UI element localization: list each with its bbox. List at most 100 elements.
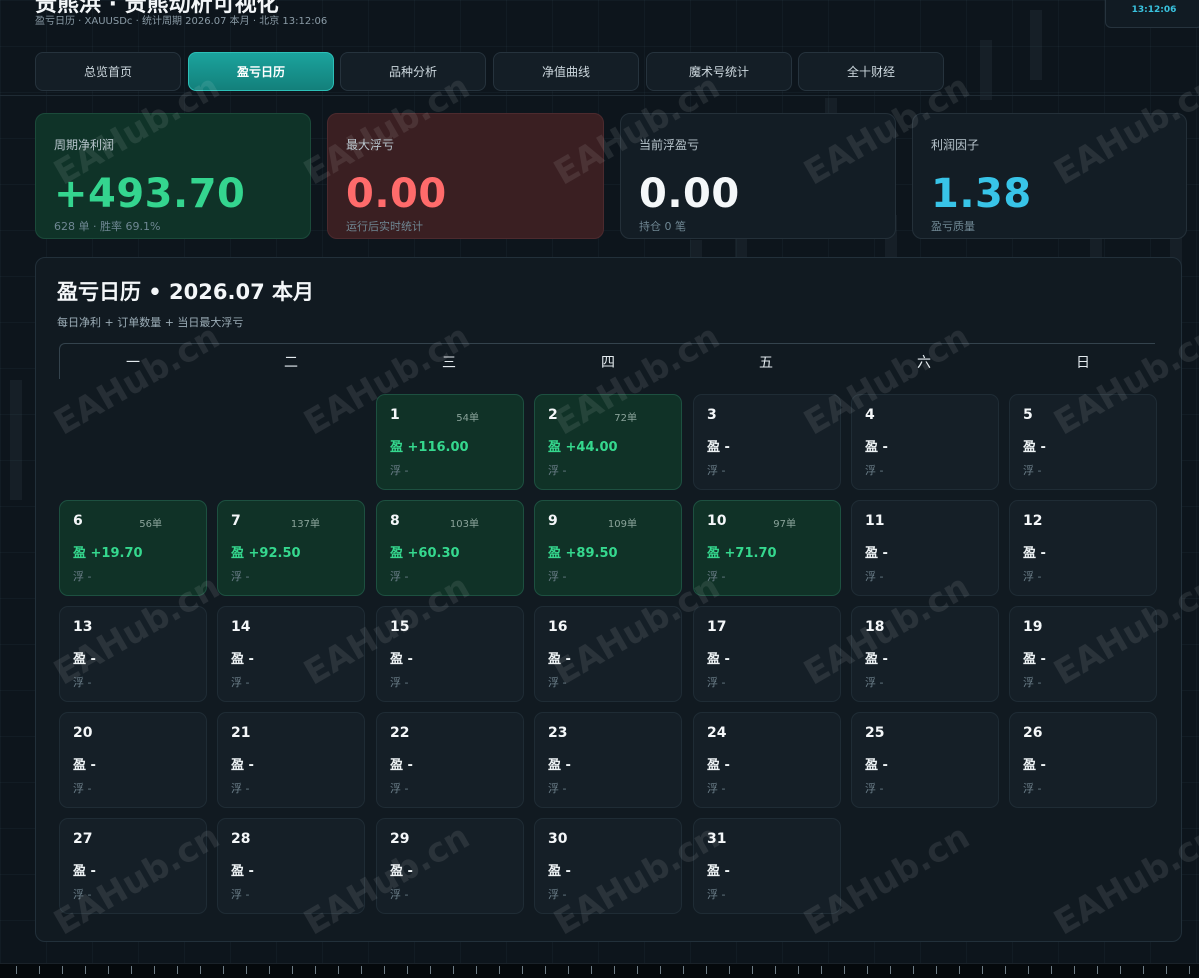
app-subtitle: 盈亏日历 · XAUUSDc · 统计周期 2026.07 本月 · 北京 13… (35, 16, 328, 27)
kpi-label: 周期净利润 (54, 138, 115, 152)
calendar-day-cell[interactable]: 6 56单盈 +19.70 浮 - (59, 500, 207, 596)
day-net-profit: 盈 - (865, 652, 888, 667)
calendar-day-cell[interactable]: 12 盈 - 浮 - (1009, 500, 1157, 596)
calendar-day-cell[interactable]: 18 盈 - 浮 - (851, 606, 999, 702)
day-number: 11 (865, 513, 885, 529)
calendar-day-cell[interactable]: 11 盈 - 浮 - (851, 500, 999, 596)
day-net-profit: 盈 - (707, 758, 730, 773)
calendar-day-cell[interactable]: 28 盈 - 浮 - (217, 818, 365, 914)
day-max-floating-loss: 浮 - (73, 782, 92, 795)
kpi-sub: 盈亏质量 (931, 220, 975, 233)
calendar-day-cell[interactable]: 1 54单盈 +116.00 浮 - (376, 394, 524, 490)
kpi-label: 最大浮亏 (346, 138, 395, 152)
day-max-floating-loss: 浮 - (548, 888, 567, 901)
background-candle (1030, 10, 1042, 80)
tab-equity-curve[interactable]: 净值曲线 (493, 52, 639, 91)
weekday-wed: 三 (442, 355, 456, 371)
clock-time: 13:12:06 (1131, 5, 1177, 15)
day-number: 9 (548, 513, 558, 529)
day-number: 19 (1023, 619, 1043, 635)
tab-symbol-analysis[interactable]: 品种分析 (340, 52, 486, 91)
day-number: 15 (390, 619, 410, 635)
calendar-day-cell[interactable]: 10 97单盈 +71.70 浮 - (693, 500, 841, 596)
day-number: 17 (707, 619, 727, 635)
kpi-value: +493.70 (54, 171, 246, 217)
day-number: 7 (231, 513, 241, 529)
calendar-day-cell[interactable]: 8 103单盈 +60.30 浮 - (376, 500, 524, 596)
weekday-sat: 六 (917, 355, 931, 371)
day-net-profit: 盈 - (865, 440, 888, 455)
day-max-floating-loss: 浮 - (707, 888, 726, 901)
tab-pl-calendar[interactable]: 盈亏日历 (188, 52, 334, 91)
day-net-profit: 盈 +89.50 (548, 546, 618, 561)
day-max-floating-loss: 浮 - (390, 676, 409, 689)
calendar-day-cell[interactable]: 22 盈 - 浮 - (376, 712, 524, 808)
day-net-profit: 盈 - (865, 546, 888, 561)
pl-calendar-panel: 盈亏日历 • 2026.07 本月 每日净利 + 订单数量 + 当日最大浮亏 一… (35, 257, 1182, 942)
calendar-day-cell[interactable]: 19 盈 - 浮 - (1009, 606, 1157, 702)
day-number: 6 (73, 513, 83, 529)
calendar-day-cell[interactable]: 7 137单盈 +92.50 浮 - (217, 500, 365, 596)
day-net-profit: 盈 - (548, 758, 571, 773)
day-max-floating-loss: 浮 - (865, 676, 884, 689)
calendar-day-cell[interactable]: 15 盈 - 浮 - (376, 606, 524, 702)
day-max-floating-loss: 浮 - (865, 464, 884, 477)
day-net-profit: 盈 - (231, 758, 254, 773)
day-max-floating-loss: 浮 - (548, 570, 567, 583)
day-net-profit: 盈 - (707, 864, 730, 879)
calendar-day-cell[interactable]: 9 109单盈 +89.50 浮 - (534, 500, 682, 596)
ruler-ticks (0, 964, 1199, 978)
day-number: 24 (707, 725, 727, 741)
day-net-profit: 盈 - (390, 652, 413, 667)
calendar-day-cell[interactable]: 14 盈 - 浮 - (217, 606, 365, 702)
kpi-max-floating-loss: 最大浮亏 0.00 运行后实时统计 (327, 113, 604, 239)
day-max-floating-loss: 浮 - (865, 570, 884, 583)
tab-overview[interactable]: 总览首页 (35, 52, 181, 91)
day-order-count: 109单 (607, 519, 637, 530)
day-number: 30 (548, 831, 568, 847)
calendar-day-cell[interactable]: 30 盈 - 浮 - (534, 818, 682, 914)
calendar-day-cell[interactable]: 2 72单盈 +44.00 浮 - (534, 394, 682, 490)
day-number: 2 (548, 407, 558, 423)
day-net-profit: 盈 - (865, 758, 888, 773)
weekday-sun: 日 (1076, 355, 1090, 371)
day-number: 21 (231, 725, 251, 741)
bottom-ruler (0, 963, 1199, 978)
calendar-day-cell[interactable]: 20 盈 - 浮 - (59, 712, 207, 808)
kpi-value: 0.00 (639, 171, 740, 217)
day-order-count: 54单 (456, 413, 479, 424)
calendar-day-cell[interactable]: 21 盈 - 浮 - (217, 712, 365, 808)
calendar-day-cell[interactable]: 16 盈 - 浮 - (534, 606, 682, 702)
calendar-day-cell[interactable]: 26 盈 - 浮 - (1009, 712, 1157, 808)
day-net-profit: 盈 - (231, 864, 254, 879)
day-max-floating-loss: 浮 - (231, 676, 250, 689)
day-net-profit: 盈 - (73, 864, 96, 879)
calendar-day-cell[interactable]: 31 盈 - 浮 - (693, 818, 841, 914)
day-order-count: 56单 (139, 519, 162, 530)
calendar-day-cell[interactable]: 17 盈 - 浮 - (693, 606, 841, 702)
day-net-profit: 盈 - (1023, 652, 1046, 667)
calendar-day-cell[interactable]: 25 盈 - 浮 - (851, 712, 999, 808)
day-number: 28 (231, 831, 251, 847)
calendar-day-cell[interactable]: 23 盈 - 浮 - (534, 712, 682, 808)
calendar-day-cell[interactable]: 29 盈 - 浮 - (376, 818, 524, 914)
calendar-day-cell[interactable]: 24 盈 - 浮 - (693, 712, 841, 808)
day-net-profit: 盈 - (707, 440, 730, 455)
kpi-label: 利润因子 (931, 138, 980, 152)
tab-finance-news[interactable]: 全十财经 (798, 52, 944, 91)
day-max-floating-loss: 浮 - (231, 782, 250, 795)
calendar-title: 盈亏日历 • 2026.07 本月 (57, 280, 315, 304)
day-net-profit: 盈 - (390, 864, 413, 879)
calendar-day-cell[interactable]: 13 盈 - 浮 - (59, 606, 207, 702)
day-net-profit: 盈 - (390, 758, 413, 773)
day-number: 1 (390, 407, 400, 423)
day-number: 22 (390, 725, 410, 741)
day-number: 25 (865, 725, 885, 741)
calendar-day-cell[interactable]: 4 盈 - 浮 - (851, 394, 999, 490)
day-number: 18 (865, 619, 885, 635)
calendar-day-cell[interactable]: 5 盈 - 浮 - (1009, 394, 1157, 490)
calendar-day-cell[interactable]: 3 盈 - 浮 - (693, 394, 841, 490)
tab-magic-number-stats[interactable]: 魔术号统计 (646, 52, 792, 91)
weekday-header: 一 二 三 四 五 六 日 (59, 343, 1155, 379)
calendar-day-cell[interactable]: 27 盈 - 浮 - (59, 818, 207, 914)
